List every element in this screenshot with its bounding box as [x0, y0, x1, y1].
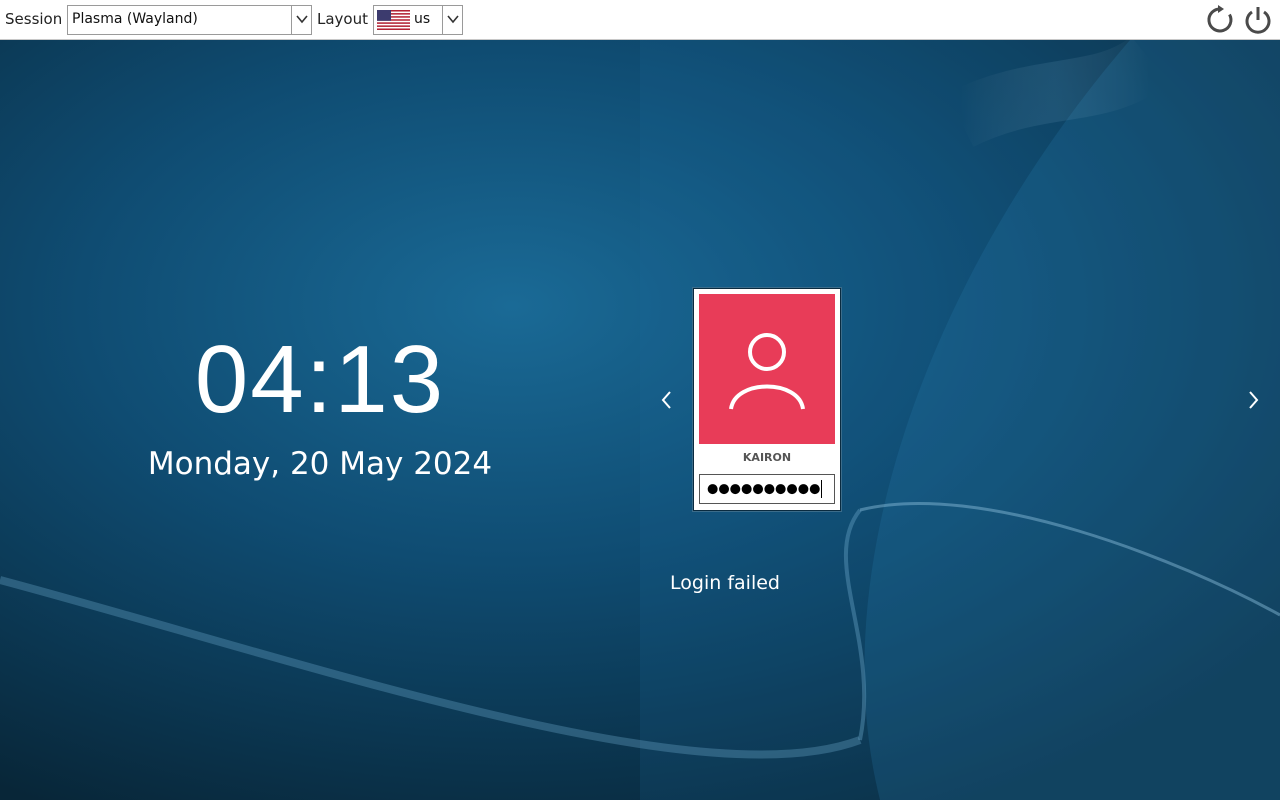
session-label: Session	[5, 10, 63, 28]
user-card[interactable]: KAIRON ●●●●●●●●●●	[693, 288, 841, 511]
chevron-right-icon[interactable]	[1243, 388, 1263, 412]
login-status-message: Login failed	[670, 572, 780, 594]
password-mask: ●●●●●●●●●●	[707, 481, 821, 497]
layout-label: Layout	[317, 10, 368, 28]
session-dropdown-button[interactable]	[291, 6, 311, 34]
reboot-icon[interactable]	[1205, 4, 1237, 36]
clock-time: 04:13	[194, 326, 446, 433]
user-icon	[729, 333, 805, 410]
chevron-down-icon	[447, 15, 459, 24]
us-flag-icon	[377, 10, 410, 30]
session-select[interactable]: Plasma (Wayland)	[67, 5, 312, 35]
text-caret	[821, 480, 823, 498]
chevron-left-icon[interactable]	[657, 388, 677, 412]
chevron-down-icon	[296, 15, 308, 24]
clock-date: Monday, 20 May 2024	[147, 446, 493, 482]
password-field[interactable]: ●●●●●●●●●●	[699, 474, 835, 504]
avatar[interactable]	[699, 294, 835, 444]
session-value: Plasma (Wayland)	[72, 11, 198, 27]
top-bar: Session Plasma (Wayland) Layout us	[0, 0, 1280, 40]
layout-dropdown-button[interactable]	[442, 6, 462, 34]
layout-select[interactable]: us	[373, 5, 463, 35]
power-icon[interactable]	[1242, 4, 1274, 36]
layout-value: us	[414, 11, 431, 27]
username: KAIRON	[742, 451, 792, 464]
